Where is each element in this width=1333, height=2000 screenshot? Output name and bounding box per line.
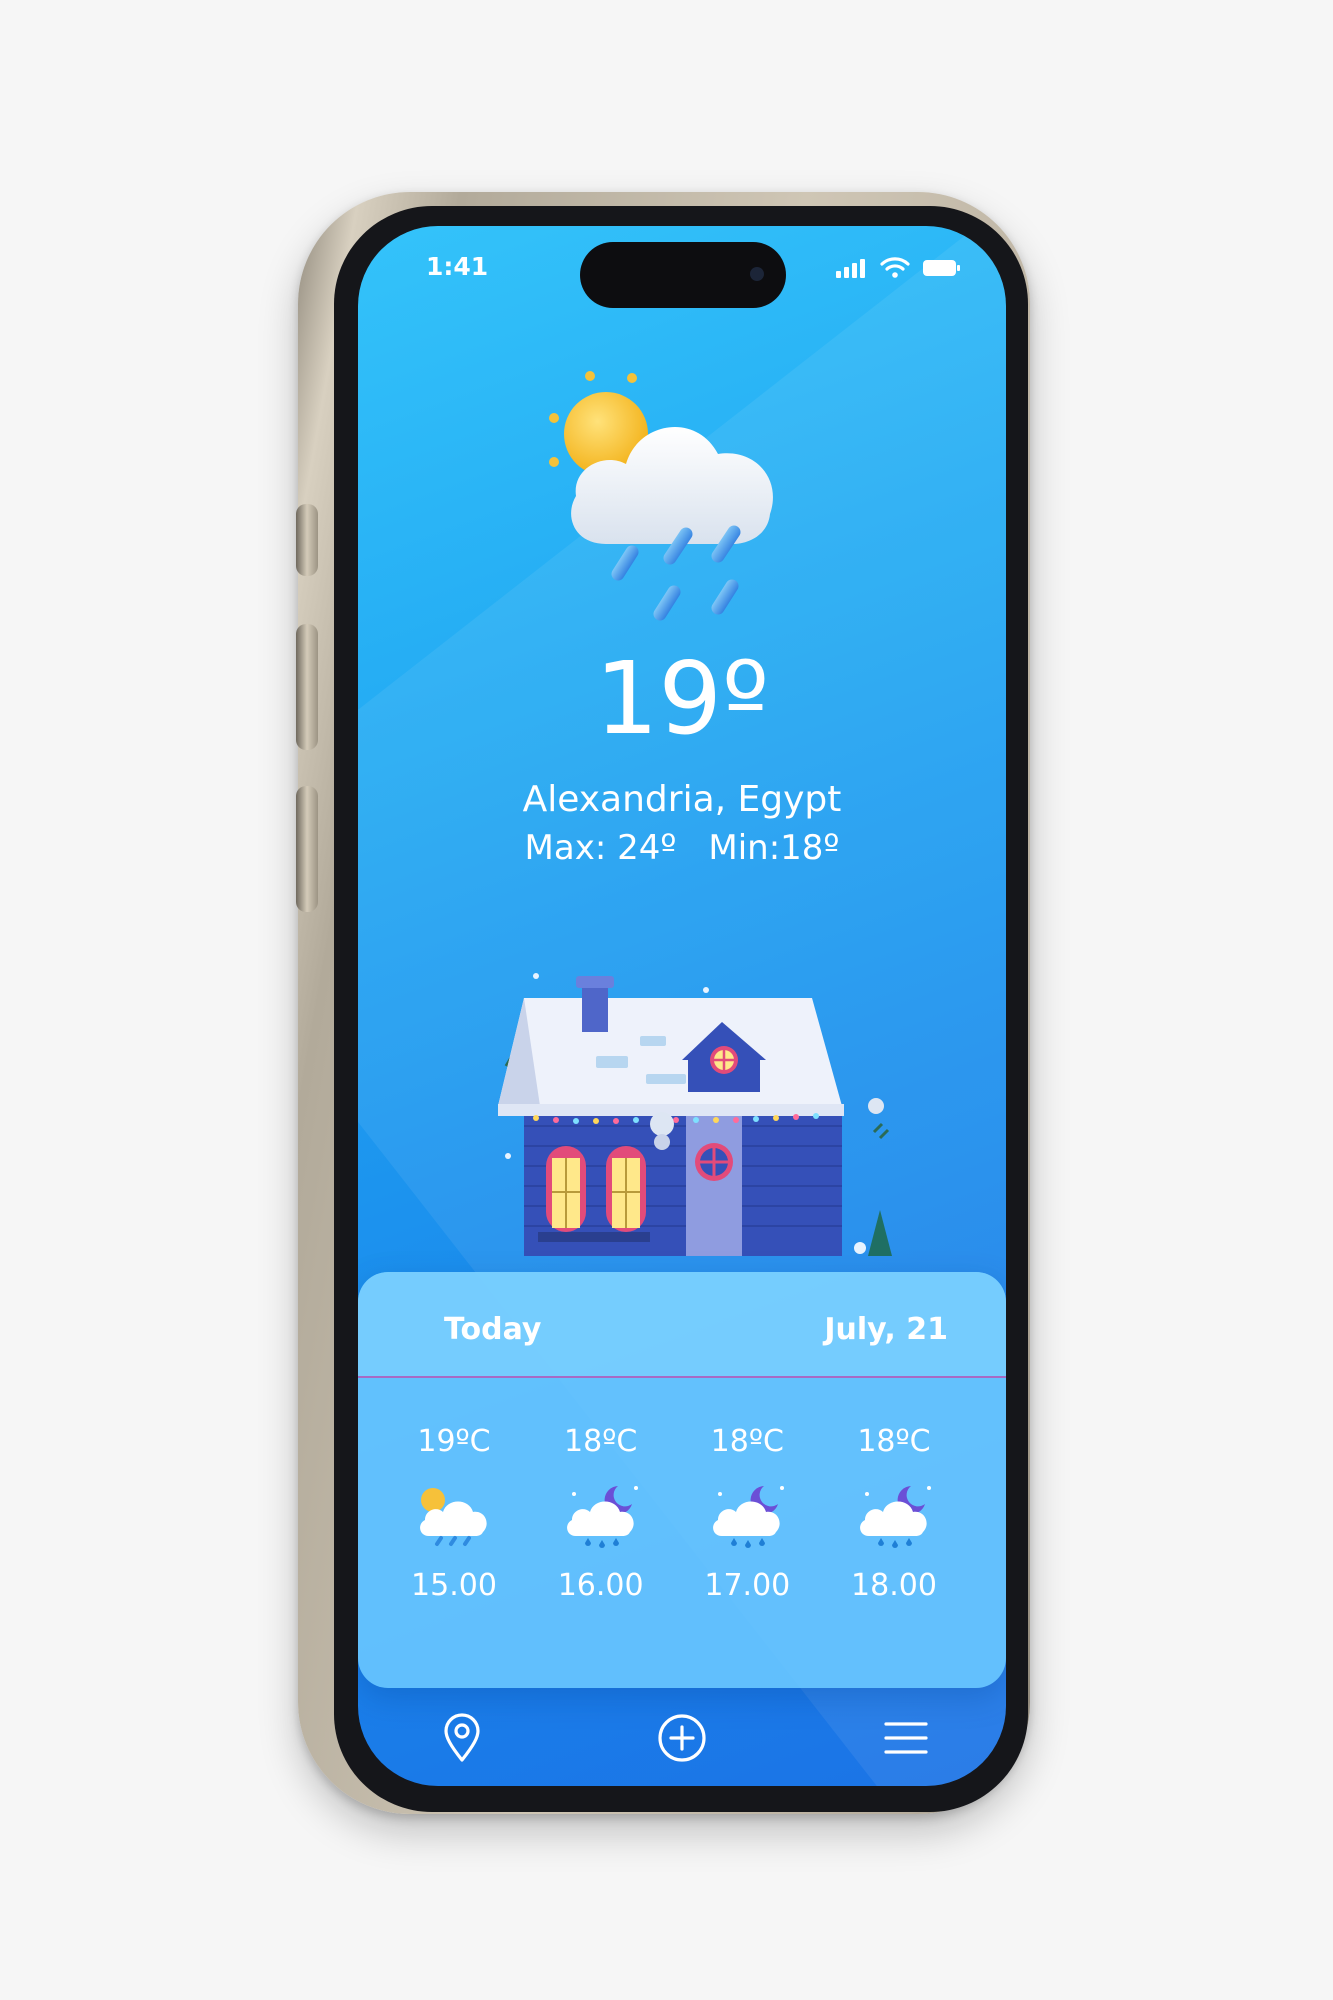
menu-button[interactable] [878, 1710, 934, 1766]
dynamic-island [580, 242, 786, 308]
action-button [296, 504, 318, 576]
hour-time: 18.00 [851, 1568, 937, 1603]
forecast-date: July, 21 [824, 1312, 948, 1347]
sun-cloud-rain-icon [420, 1488, 487, 1546]
hour-time: 15.00 [411, 1568, 497, 1603]
volume-down-button [296, 786, 318, 912]
app-screen: 1:41 19º Alexandria, Egypt Max: 24º Min:… [358, 226, 1006, 1786]
hourly-item[interactable]: 18ºC 18.00 [834, 1422, 954, 1606]
moon-cloud-rain-icon [713, 1486, 785, 1548]
min-temperature: Min:18º [708, 828, 840, 868]
add-circle-icon [658, 1714, 706, 1762]
max-temperature: Max: 24º [524, 828, 677, 868]
forecast-title: Today [444, 1312, 542, 1347]
camera-icon [750, 267, 764, 281]
hourly-item[interactable]: 18ºC 17.00 [687, 1422, 807, 1606]
status-time: 1:41 [426, 252, 489, 281]
hour-time: 17.00 [704, 1568, 791, 1603]
location-button[interactable] [434, 1710, 490, 1766]
hour-temperature: 18ºC [710, 1424, 784, 1459]
wifi-icon [880, 257, 910, 278]
bottom-navigation [358, 1688, 1006, 1786]
hour-temperature: 18ºC [564, 1424, 638, 1459]
location-pin-icon [444, 1713, 480, 1762]
moon-cloud-rain-icon [860, 1486, 931, 1548]
signal-icon [836, 259, 865, 278]
max-min-temperature: Max: 24º Min:18º [358, 826, 1006, 870]
moon-cloud-rain-icon [566, 1486, 638, 1548]
hourly-item[interactable]: 19ºC 15.00 [394, 1422, 514, 1606]
location-label: Alexandria, Egypt [522, 779, 842, 820]
current-temperature: 19º [594, 640, 770, 757]
volume-up-button [296, 624, 318, 750]
house-illustration [498, 973, 892, 1256]
hour-time: 16.00 [557, 1568, 644, 1603]
menu-icon [884, 1722, 928, 1754]
forecast-card-header: Today July, 21 [358, 1272, 1006, 1378]
battery-icon [923, 260, 960, 276]
hourly-forecast: 19ºC 15.00 18ºC 16.00 18ºC 17.00 18ºC 18… [394, 1422, 954, 1606]
forecast-card: Today July, 21 19ºC 15.00 18ºC 16.00 18º… [358, 1272, 1006, 1688]
status-icons [836, 256, 962, 278]
forecast-divider [358, 1376, 1006, 1378]
hourly-item[interactable]: 18ºC 16.00 [541, 1422, 661, 1606]
sun-cloud-rain-icon [549, 371, 773, 621]
hour-temperature: 18ºC [857, 1424, 931, 1459]
add-location-button[interactable] [654, 1710, 710, 1766]
hour-temperature: 19ºC [417, 1424, 491, 1459]
